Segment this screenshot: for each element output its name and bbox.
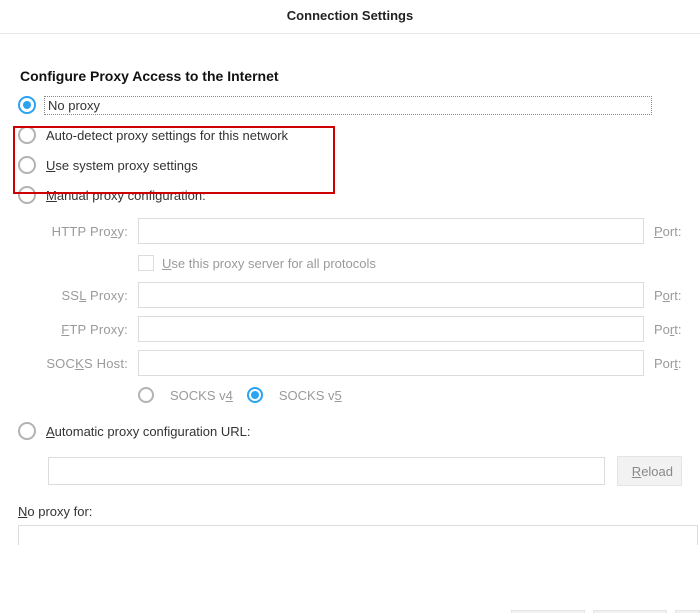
socks-v4-option[interactable]: SOCKS v4 [138, 387, 233, 403]
checkbox-icon [138, 255, 154, 271]
option-label: No proxy [46, 98, 650, 113]
radio-icon [138, 387, 154, 403]
ssl-proxy-row: SSL Proxy: Port: [18, 278, 682, 312]
option-label: Auto-detect proxy settings for this netw… [46, 128, 288, 143]
socks-host-input[interactable] [138, 350, 644, 376]
option-manual-proxy[interactable]: Manual proxy configuration: [18, 180, 682, 210]
radio-icon [18, 186, 36, 204]
option-label: Use system proxy settings [46, 158, 198, 173]
option-no-proxy[interactable]: No proxy [18, 90, 682, 120]
ftp-proxy-row: FTP Proxy: Port: [18, 312, 682, 346]
socks-host-label: SOCKS Host: [18, 356, 138, 371]
use-for-all-row[interactable]: Use this proxy server for all protocols [18, 248, 682, 278]
section-heading: Configure Proxy Access to the Internet [18, 68, 682, 84]
auto-config-url-input[interactable] [48, 457, 605, 485]
ssl-proxy-input[interactable] [138, 282, 644, 308]
socks-v5-label: SOCKS v5 [279, 388, 342, 403]
option-label: Manual proxy configuration: [46, 188, 206, 203]
ssl-proxy-label: SSL Proxy: [18, 288, 138, 303]
radio-icon [18, 126, 36, 144]
radio-icon [18, 422, 36, 440]
option-auto-detect[interactable]: Auto-detect proxy settings for this netw… [18, 120, 682, 150]
port-label: Port: [654, 288, 682, 303]
http-proxy-label: HTTP Proxy: [18, 224, 138, 239]
radio-icon [247, 387, 263, 403]
port-label: Port: [654, 322, 682, 337]
socks-version-row: SOCKS v4 SOCKS v5 [18, 380, 682, 410]
radio-icon [18, 96, 36, 114]
radio-icon [18, 156, 36, 174]
socks-host-row: SOCKS Host: Port: [18, 346, 682, 380]
reload-button[interactable]: Reload [617, 456, 682, 486]
port-label: Port: [654, 224, 682, 239]
ftp-proxy-label: FTP Proxy: [18, 322, 138, 337]
use-for-all-label: Use this proxy server for all protocols [162, 256, 376, 271]
auto-config-url-row: Reload [18, 454, 682, 488]
manual-proxy-group: HTTP Proxy: Port: Use this proxy server … [18, 214, 682, 410]
port-label: Port: [654, 356, 682, 371]
socks-v4-label: SOCKS v4 [170, 388, 233, 403]
option-label: Automatic proxy configuration URL: [46, 424, 250, 439]
http-proxy-input[interactable] [138, 218, 644, 244]
ftp-proxy-input[interactable] [138, 316, 644, 342]
option-system-proxy[interactable]: Use system proxy settings [18, 150, 682, 180]
socks-v5-option[interactable]: SOCKS v5 [247, 387, 342, 403]
dialog-title: Connection Settings [0, 0, 700, 34]
http-proxy-row: HTTP Proxy: Port: [18, 214, 682, 248]
no-proxy-for-input[interactable] [18, 525, 698, 545]
no-proxy-for-label: No proxy for: [18, 504, 682, 519]
option-auto-config-url[interactable]: Automatic proxy configuration URL: [18, 416, 682, 446]
